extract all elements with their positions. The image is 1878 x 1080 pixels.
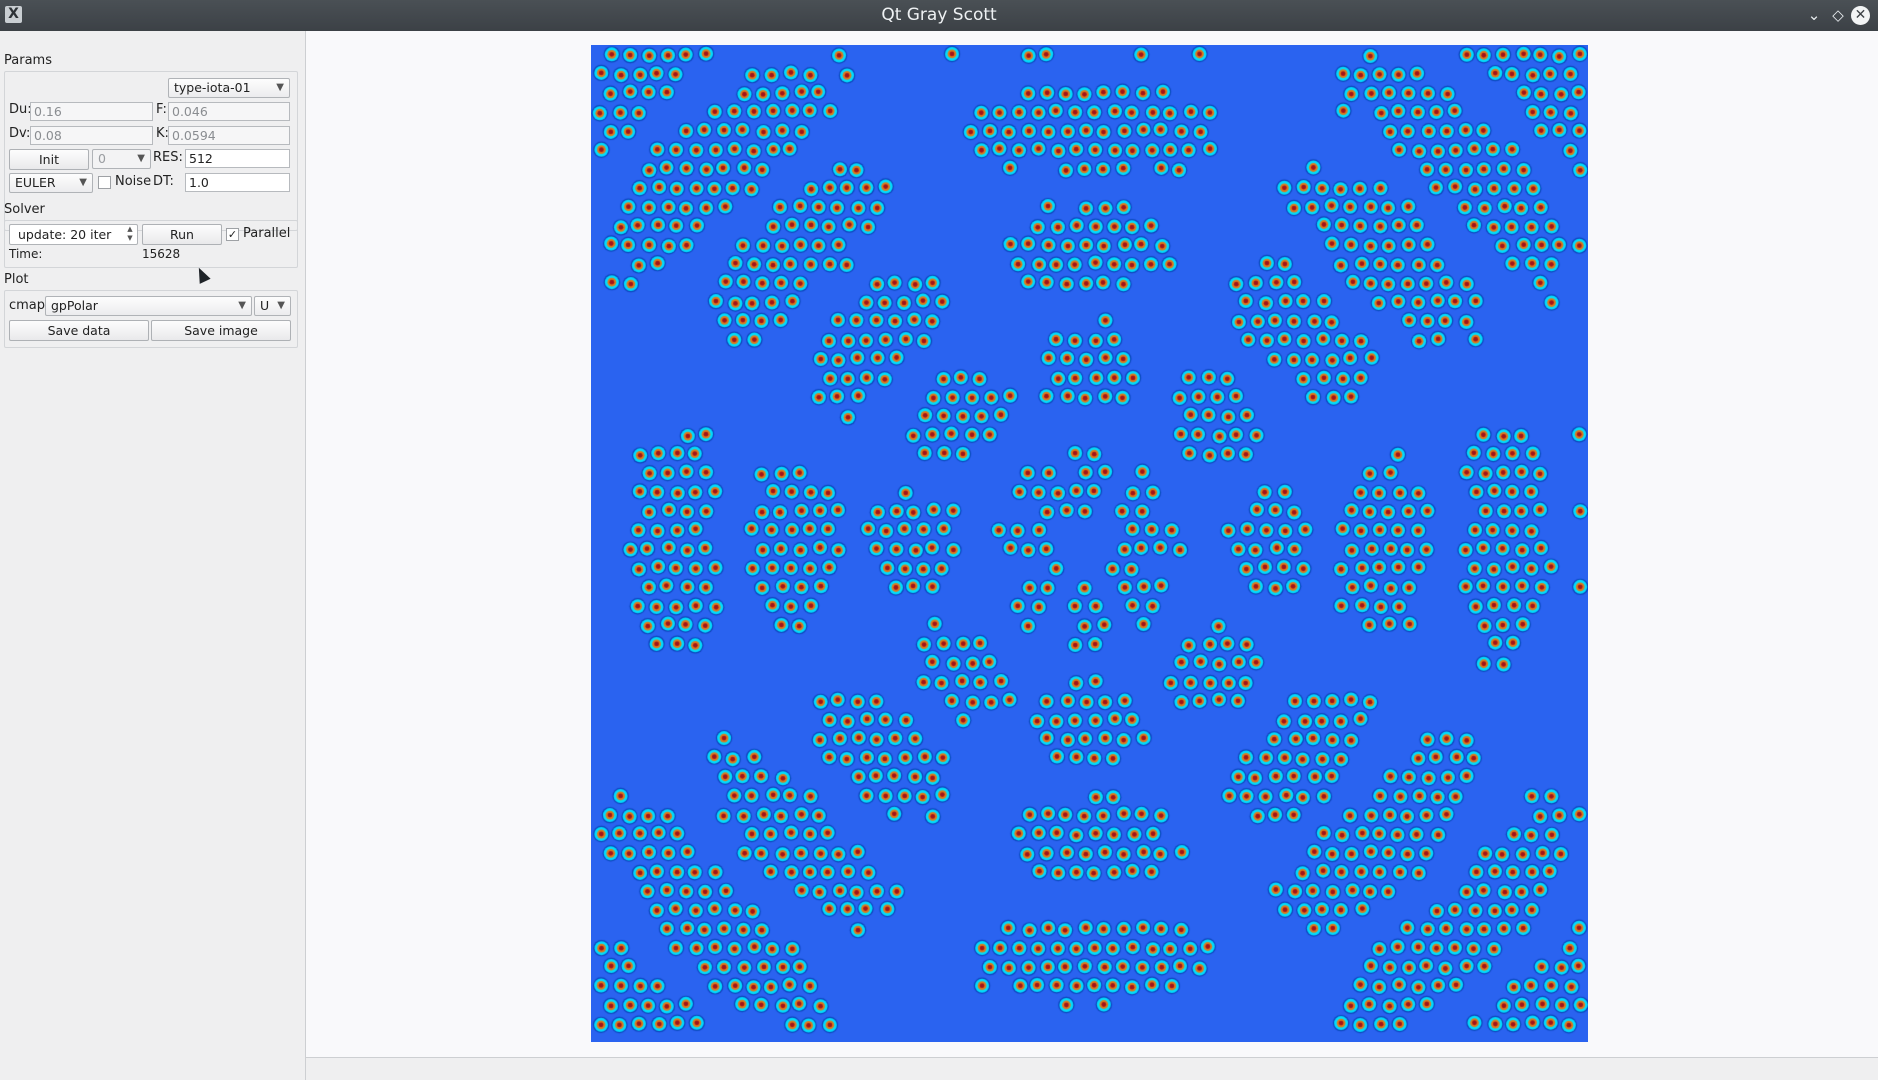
k-label: K: bbox=[156, 126, 169, 141]
spin-arrows-icon[interactable]: ▲ ▼ bbox=[124, 225, 136, 243]
plot-group: cmap: gpPolar ▼ U ▼ Save data Save image bbox=[4, 290, 298, 348]
dt-field[interactable]: 1.0 bbox=[185, 173, 290, 192]
du-label: Du: bbox=[9, 102, 32, 117]
init-seed-value: 0 bbox=[98, 151, 106, 166]
method-dropdown[interactable]: EULER ▼ bbox=[9, 173, 93, 193]
time-label: Time: bbox=[9, 247, 43, 261]
status-bar bbox=[306, 1058, 1878, 1080]
maximize-button[interactable]: ◇ bbox=[1828, 5, 1848, 25]
run-button[interactable]: Run bbox=[142, 224, 222, 245]
chevron-down-icon: ▼ bbox=[276, 82, 284, 93]
chevron-down-icon: ▼ bbox=[238, 300, 246, 311]
cmap-value: gpPolar bbox=[51, 298, 98, 313]
init-seed-dropdown[interactable]: 0 ▼ bbox=[92, 149, 151, 169]
save-image-button[interactable]: Save image bbox=[151, 320, 291, 341]
dv-label: Dv: bbox=[9, 126, 31, 141]
preset-dropdown[interactable]: type-iota-01 ▼ bbox=[168, 78, 290, 98]
f-label: F: bbox=[156, 102, 167, 117]
parallel-checkbox[interactable]: ✓ bbox=[226, 228, 239, 241]
time-value: 15628 bbox=[142, 247, 181, 261]
minimize-button[interactable]: ⌄ bbox=[1804, 5, 1824, 25]
dv-field[interactable]: 0.08 bbox=[30, 126, 153, 145]
noise-label: Noise bbox=[115, 174, 152, 189]
preset-value: type-iota-01 bbox=[174, 80, 251, 95]
update-value: update: 20 iter bbox=[18, 227, 112, 242]
close-button[interactable]: ✕ bbox=[1851, 6, 1870, 25]
control-panel: Params type-iota-01 ▼ Du: 0.16 F: 0.046 … bbox=[0, 31, 306, 1080]
chevron-down-icon: ▼ bbox=[137, 153, 145, 164]
update-spinbox[interactable]: update: 20 iter ▲ ▼ bbox=[9, 224, 138, 245]
plot-section-label: Plot bbox=[4, 272, 29, 287]
params-section-label: Params bbox=[4, 53, 52, 68]
f-field[interactable]: 0.046 bbox=[168, 102, 290, 121]
field-dropdown[interactable]: U ▼ bbox=[254, 296, 291, 316]
init-button[interactable]: Init bbox=[9, 149, 89, 170]
close-icon: ✕ bbox=[1854, 7, 1867, 23]
chevron-down-icon: ▼ bbox=[79, 177, 87, 188]
solver-group: update: 20 iter ▲ ▼ Run ✓ Parallel Time: … bbox=[4, 220, 298, 268]
cmap-dropdown[interactable]: gpPolar ▼ bbox=[45, 296, 252, 316]
chevron-down-icon: ⌄ bbox=[1807, 6, 1821, 24]
dt-label: DT: bbox=[153, 174, 174, 189]
parallel-label: Parallel bbox=[243, 226, 291, 241]
save-data-button[interactable]: Save data bbox=[9, 320, 149, 341]
window-title: Qt Gray Scott bbox=[881, 5, 997, 25]
k-field[interactable]: 0.0594 bbox=[168, 126, 290, 145]
chevron-down-icon: ▼ bbox=[277, 300, 285, 311]
method-value: EULER bbox=[15, 175, 56, 190]
checkmark-icon: ✓ bbox=[227, 228, 238, 241]
noise-checkbox[interactable] bbox=[98, 176, 111, 189]
du-field[interactable]: 0.16 bbox=[30, 102, 153, 121]
res-field[interactable]: 512 bbox=[185, 149, 290, 168]
title-bar: X Qt Gray Scott ⌄ ◇ ✕ bbox=[0, 0, 1878, 31]
diamond-icon: ◇ bbox=[1832, 6, 1844, 24]
params-group: type-iota-01 ▼ Du: 0.16 F: 0.046 Dv: 0.0… bbox=[4, 71, 298, 231]
gray-scott-pattern-image[interactable] bbox=[591, 45, 1588, 1042]
solver-section-label: Solver bbox=[4, 202, 45, 217]
field-value: U bbox=[260, 298, 270, 313]
res-label: RES: bbox=[153, 150, 183, 165]
cmap-label: cmap: bbox=[9, 298, 50, 313]
